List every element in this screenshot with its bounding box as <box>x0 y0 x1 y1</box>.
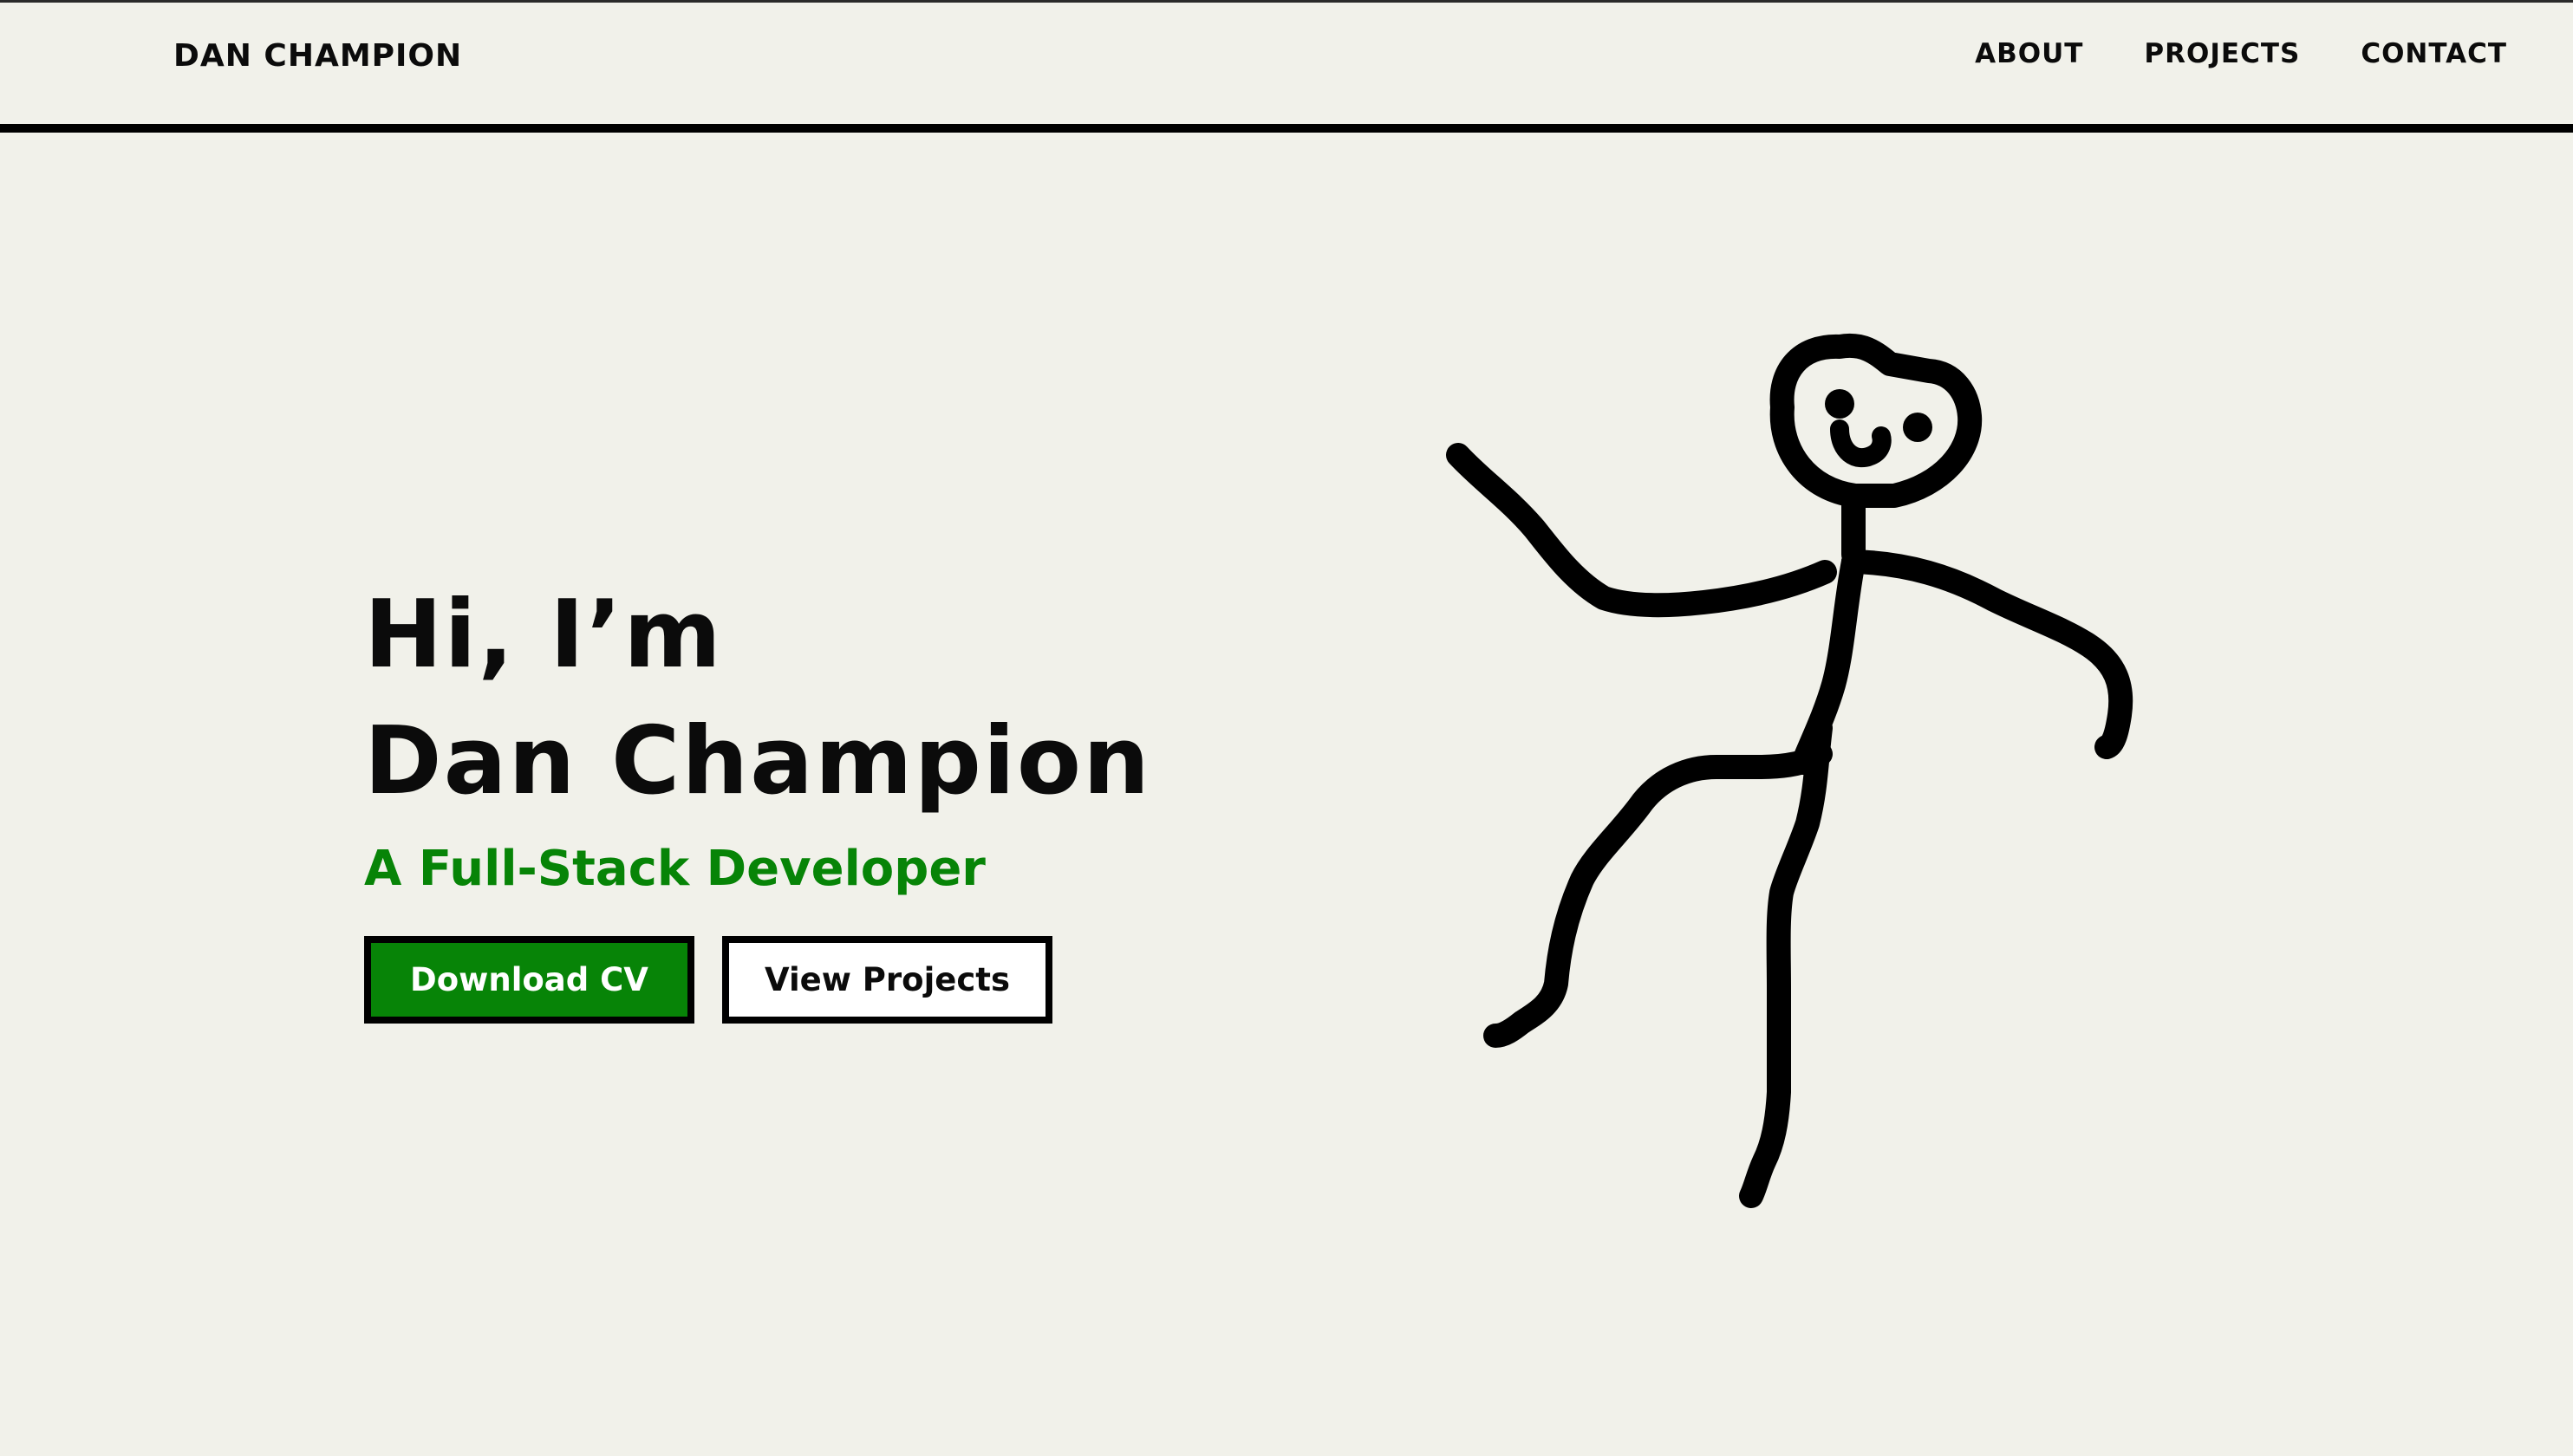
page: DAN CHAMPION ABOUT PROJECTS CONTACT Hi, … <box>0 0 2573 1456</box>
brand-logo[interactable]: DAN CHAMPION <box>173 38 462 74</box>
hero-heading: Hi, I’m Dan Champion <box>364 572 1404 825</box>
hero-name: Dan Champion <box>364 707 1151 816</box>
hero-greeting: Hi, I’m <box>364 581 723 689</box>
nav-contact[interactable]: CONTACT <box>2361 38 2507 69</box>
hero-buttons: Download CV View Projects <box>364 936 1052 1024</box>
hero-subtitle: A Full-Stack Developer <box>364 841 986 897</box>
stick-figure-drawing-icon <box>1446 333 2133 1208</box>
nav-about[interactable]: ABOUT <box>1975 38 2083 69</box>
download-cv-button[interactable]: Download CV <box>364 936 694 1024</box>
hero-section: Hi, I’m Dan Champion A Full-Stack Develo… <box>364 572 1404 897</box>
main-nav: ABOUT PROJECTS CONTACT <box>1975 38 2507 69</box>
site-header: DAN CHAMPION ABOUT PROJECTS CONTACT <box>0 0 2573 133</box>
view-projects-button[interactable]: View Projects <box>722 936 1052 1024</box>
nav-projects[interactable]: PROJECTS <box>2144 38 2300 69</box>
